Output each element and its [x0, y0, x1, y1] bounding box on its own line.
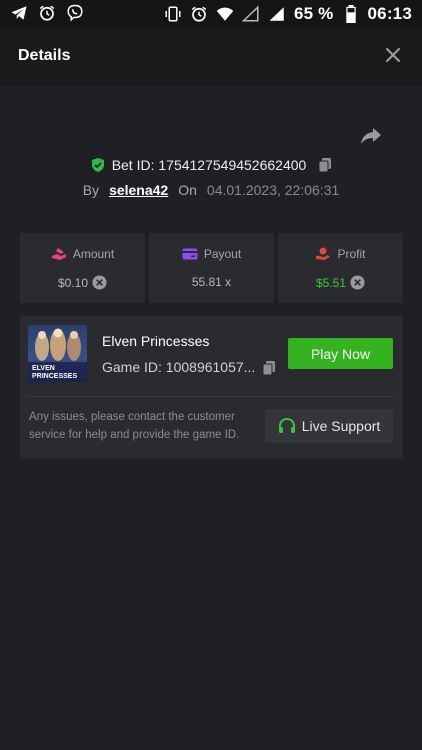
signal-icon — [268, 5, 286, 23]
copy-icon[interactable] — [318, 157, 332, 173]
battery-percent: 65 % — [293, 4, 334, 23]
game-name[interactable]: Elven Princesses — [102, 333, 209, 349]
close-icon — [385, 47, 401, 63]
details-header: Details — [0, 28, 422, 86]
profit-hand-icon — [316, 247, 331, 260]
page-title: Details — [18, 47, 71, 64]
live-support-label: Live Support — [301, 418, 381, 434]
play-now-button[interactable]: Play Now — [288, 338, 393, 369]
share-button[interactable] — [359, 124, 383, 148]
username-link[interactable]: selena42 — [109, 182, 168, 198]
bet-meta-row: By selena42 On 04.01.2023, 22:06:31 — [0, 180, 422, 200]
headset-icon — [278, 417, 295, 433]
alarm-icon — [190, 5, 208, 23]
by-label: By — [82, 182, 100, 198]
copy-game-id-icon[interactable] — [262, 360, 276, 376]
profit-label: Profit — [337, 247, 366, 261]
battery-icon — [342, 5, 360, 23]
bet-id: Bet ID: 1754127549452662400 — [111, 157, 307, 173]
status-bar: 65 % 06:13 — [0, 0, 422, 28]
support-message: Any issues, please contact the customer … — [29, 411, 240, 441]
amount-label: Amount — [72, 247, 115, 261]
shield-check-icon — [91, 158, 104, 172]
game-id: Game ID: 1008961057... — [102, 359, 256, 375]
clock: 06:13 — [367, 4, 412, 23]
amount-stat: Amount $0.10 — [20, 233, 145, 303]
signal-empty-icon — [241, 5, 260, 23]
game-thumbnail[interactable]: ELVEN PRINCESSES — [28, 325, 87, 382]
thumb-text-top: ELVEN — [32, 365, 55, 372]
viber-icon — [66, 4, 84, 22]
payout-stat: Payout 55.81 x — [149, 233, 274, 303]
amount-icon — [51, 248, 66, 260]
bet-date: 04.01.2023, 22:06:31 — [206, 182, 340, 198]
currency-coin-icon — [350, 275, 365, 290]
live-support-button[interactable]: Live Support — [265, 409, 393, 443]
payout-card-icon — [182, 248, 198, 260]
payout-value: 55.81 x — [191, 275, 232, 289]
on-label: On — [178, 182, 197, 198]
bet-stats: Amount $0.10 Payout 55.81 x Profit $5.51 — [20, 233, 403, 303]
thumb-text-mid: PRINCESSES — [32, 373, 77, 380]
alarm-icon — [38, 4, 56, 22]
close-button[interactable] — [384, 46, 402, 64]
telegram-icon — [10, 4, 28, 22]
share-icon — [361, 128, 381, 144]
payout-label: Payout — [203, 247, 242, 261]
wifi-icon — [216, 5, 234, 23]
amount-value: $0.10 — [57, 275, 89, 290]
divider — [28, 396, 395, 397]
vibrate-icon — [164, 5, 182, 23]
profit-value: $5.51 — [315, 275, 347, 290]
game-card: ELVEN PRINCESSES Elven Princesses Game I… — [20, 316, 403, 459]
profit-stat: Profit $5.51 — [278, 233, 403, 303]
bet-id-row: Bet ID: 1754127549452662400 — [0, 154, 422, 176]
currency-coin-icon — [92, 275, 107, 290]
